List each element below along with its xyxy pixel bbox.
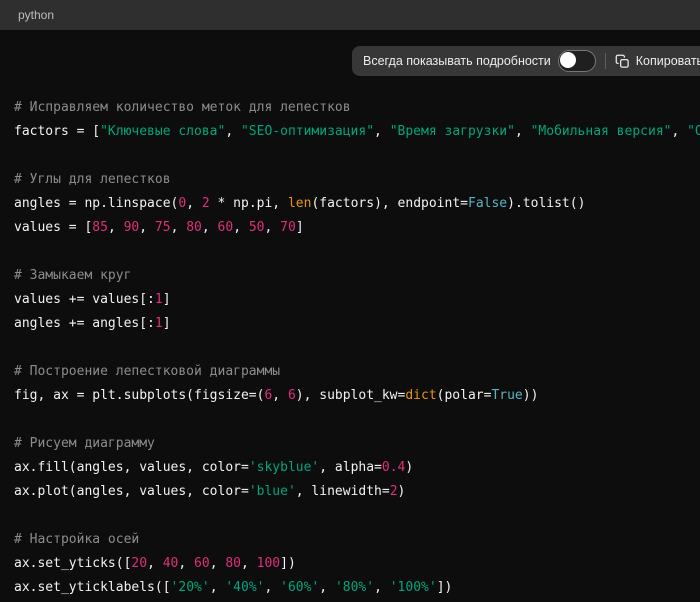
code-line: # Рисуем диаграмму [14,432,700,456]
code-line [14,336,700,360]
code-line [14,504,700,528]
code-lines: # Исправляем количество меток для лепест… [14,96,700,602]
always-show-details-label: Всегда показывать подробности [363,54,551,68]
controls-divider [605,53,606,69]
copy-code-button[interactable]: Копировать код [615,54,700,69]
code-line: # Исправляем количество меток для лепест… [14,96,700,120]
code-line: ax.plot(angles, values, color='blue', li… [14,480,700,504]
language-label: python [18,8,54,22]
copy-icon [615,54,630,69]
copy-code-label: Копировать код [636,54,700,68]
code-line [14,144,700,168]
code-line: ax.set_yticklabels(['20%', '40%', '60%',… [14,576,700,600]
always-show-details-toggle[interactable] [558,50,596,72]
code-line: # Углы для лепестков [14,168,700,192]
code-block-header: python [0,0,700,30]
code-line: values += values[:1] [14,288,700,312]
code-line: fig, ax = plt.subplots(figsize=(6, 6), s… [14,384,700,408]
code-line: angles = np.linspace(0, 2 * np.pi, len(f… [14,192,700,216]
code-line: ax.set_yticks([20, 40, 60, 80, 100]) [14,552,700,576]
code-line: # Настройка осей [14,528,700,552]
code-line: ax.fill(angles, values, color='skyblue',… [14,456,700,480]
code-line: # Построение лепестковой диаграммы [14,360,700,384]
code-line: # Замыкаем круг [14,264,700,288]
code-line [14,240,700,264]
toggle-knob [560,52,576,68]
code-line: values = [85, 90, 75, 80, 60, 50, 70] [14,216,700,240]
code-line [14,408,700,432]
code-line: angles += angles[:1] [14,312,700,336]
code-line: factors = ["Ключевые слова", "SEO-оптими… [14,120,700,144]
code-area: # Исправляем количество меток для лепест… [0,30,700,602]
code-controls-bar: Всегда показывать подробности Копировать… [352,46,700,76]
